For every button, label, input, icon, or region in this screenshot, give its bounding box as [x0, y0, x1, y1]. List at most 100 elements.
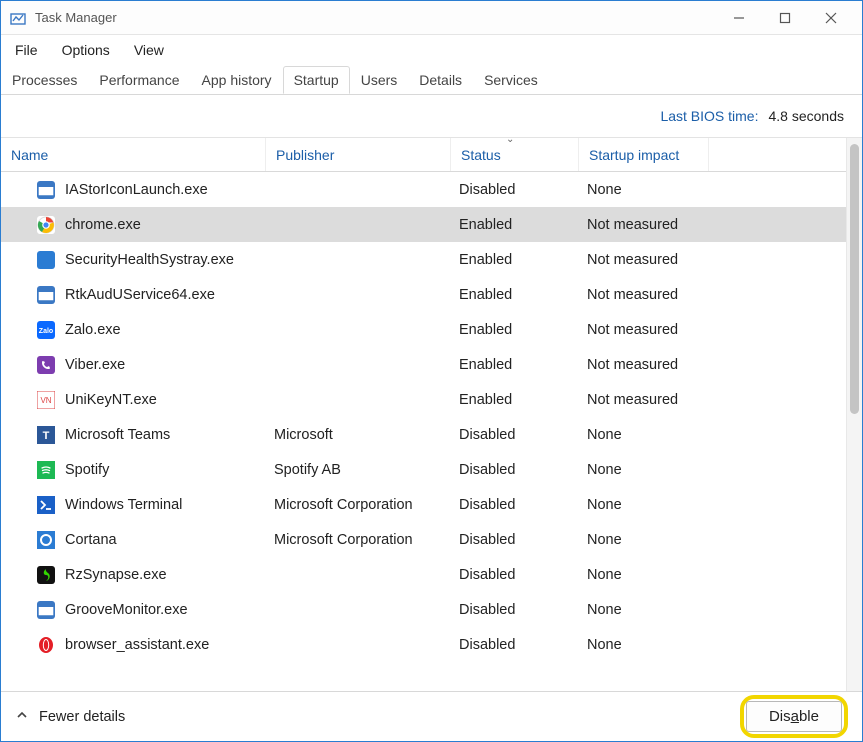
zalo-icon: Zalo: [37, 321, 55, 339]
razer-icon: [37, 566, 55, 584]
row-status: Enabled: [451, 322, 579, 338]
row-status: Enabled: [451, 357, 579, 373]
row-name: Viber.exe: [65, 357, 125, 373]
window-title: Task Manager: [35, 10, 117, 25]
svg-text:VN: VN: [40, 396, 51, 405]
row-status: Disabled: [451, 427, 579, 443]
shield-icon: [37, 251, 55, 269]
table-row[interactable]: RzSynapse.exe DisabledNone: [1, 557, 846, 592]
bios-value: 4.8 seconds: [769, 108, 845, 124]
tab-app-history[interactable]: App history: [191, 66, 283, 94]
row-status: Disabled: [451, 532, 579, 548]
row-name: IAStorIconLaunch.exe: [65, 182, 208, 198]
vertical-scrollbar[interactable]: [846, 138, 862, 691]
bios-label: Last BIOS time:: [660, 108, 758, 124]
table-row[interactable]: T Microsoft Teams MicrosoftDisabledNone: [1, 417, 846, 452]
scrollbar-thumb[interactable]: [850, 144, 859, 414]
fewer-details-label: Fewer details: [39, 709, 125, 725]
col-header-publisher[interactable]: Publisher: [266, 138, 451, 171]
tab-services[interactable]: Services: [473, 66, 549, 94]
unikey-icon: VN: [37, 391, 55, 409]
startup-table: Name Publisher Status ⌄ Startup impact I…: [1, 137, 862, 691]
chrome-icon: [37, 216, 55, 234]
viber-icon: [37, 356, 55, 374]
svg-text:T: T: [43, 430, 50, 442]
row-impact: None: [579, 532, 709, 548]
row-impact: Not measured: [579, 252, 709, 268]
cortana-icon: [37, 531, 55, 549]
app-icon: [9, 9, 27, 27]
minimize-button[interactable]: [716, 1, 762, 35]
row-name: RzSynapse.exe: [65, 567, 167, 583]
menu-options[interactable]: Options: [58, 39, 114, 61]
row-publisher: Spotify AB: [266, 462, 451, 478]
row-impact: Not measured: [579, 322, 709, 338]
row-status: Disabled: [451, 462, 579, 478]
table-row[interactable]: IAStorIconLaunch.exe DisabledNone: [1, 172, 846, 207]
fewer-details-button[interactable]: Fewer details: [15, 708, 125, 726]
disable-button[interactable]: Disable: [746, 701, 842, 732]
row-impact: None: [579, 182, 709, 198]
spotify-icon: [37, 461, 55, 479]
col-header-status[interactable]: Status: [451, 138, 579, 171]
footer: Fewer details Disable: [1, 691, 862, 741]
row-impact: None: [579, 602, 709, 618]
row-impact: Not measured: [579, 392, 709, 408]
table-row[interactable]: RtkAudUService64.exeEnabledNot measured: [1, 277, 846, 312]
table-row[interactable]: CortanaMicrosoft CorporationDisabledNone: [1, 522, 846, 557]
action-highlight: Disable: [740, 695, 848, 738]
close-button[interactable]: [808, 1, 854, 35]
row-impact: None: [579, 462, 709, 478]
table-row[interactable]: VNUniKeyNT.exeEnabledNot measured: [1, 382, 846, 417]
row-name: RtkAudUService64.exe: [65, 287, 215, 303]
tab-startup[interactable]: Startup: [283, 66, 350, 94]
row-status: Disabled: [451, 182, 579, 198]
table-row[interactable]: browser_assistant.exeDisabledNone: [1, 627, 846, 662]
col-header-impact[interactable]: Startup impact: [579, 138, 709, 171]
tab-details[interactable]: Details: [408, 66, 473, 94]
row-impact: None: [579, 637, 709, 653]
chevron-up-icon: [15, 708, 29, 726]
row-status: Enabled: [451, 252, 579, 268]
row-publisher: Microsoft: [266, 427, 451, 443]
table-header: Name Publisher Status ⌄ Startup impact: [1, 138, 846, 172]
table-row[interactable]: GrooveMonitor.exe DisabledNone: [1, 592, 846, 627]
menu-file[interactable]: File: [11, 39, 42, 61]
table-row[interactable]: SecurityHealthSystray.exe EnabledNot meas…: [1, 242, 846, 277]
row-impact: None: [579, 497, 709, 513]
row-impact: None: [579, 427, 709, 443]
row-name: Spotify: [65, 462, 109, 478]
row-name: Cortana: [65, 532, 117, 548]
row-impact: None: [579, 567, 709, 583]
table-row[interactable]: ZaloZalo.exeEnabledNot measured: [1, 312, 846, 347]
maximize-button[interactable]: [762, 1, 808, 35]
table-row[interactable]: Windows TerminalMicrosoft CorporationDis…: [1, 487, 846, 522]
task-manager-window: Task Manager File Options View Processes…: [0, 0, 863, 742]
titlebar: Task Manager: [1, 1, 862, 35]
row-status: Enabled: [451, 392, 579, 408]
table-row[interactable]: Viber.exeEnabledNot measured: [1, 347, 846, 382]
row-status: Disabled: [451, 497, 579, 513]
exe-generic-icon: [37, 601, 55, 619]
row-status: Disabled: [451, 567, 579, 583]
bios-row: Last BIOS time: 4.8 seconds: [1, 95, 862, 137]
col-header-name[interactable]: Name: [1, 138, 266, 171]
table-row[interactable]: chrome.exeEnabledNot measured: [1, 207, 846, 242]
row-status: Enabled: [451, 287, 579, 303]
row-status: Enabled: [451, 217, 579, 233]
row-impact: Not measured: [579, 217, 709, 233]
exe-generic-icon: [37, 286, 55, 304]
row-name: GrooveMonitor.exe: [65, 602, 188, 618]
row-name: SecurityHealthSystray.exe: [65, 252, 234, 268]
menu-view[interactable]: View: [130, 39, 168, 61]
table-row[interactable]: Spotify Spotify ABDisabledNone: [1, 452, 846, 487]
row-status: Disabled: [451, 602, 579, 618]
tab-users[interactable]: Users: [350, 66, 409, 94]
opera-icon: [37, 636, 55, 654]
tab-processes[interactable]: Processes: [1, 66, 88, 94]
row-name: Microsoft Teams: [65, 427, 170, 443]
exe-generic-icon: [37, 181, 55, 199]
tab-performance[interactable]: Performance: [88, 66, 190, 94]
table-body: IAStorIconLaunch.exeDisabledNonechrome.e…: [1, 172, 846, 662]
tabs: Processes Performance App history Startu…: [1, 65, 862, 95]
